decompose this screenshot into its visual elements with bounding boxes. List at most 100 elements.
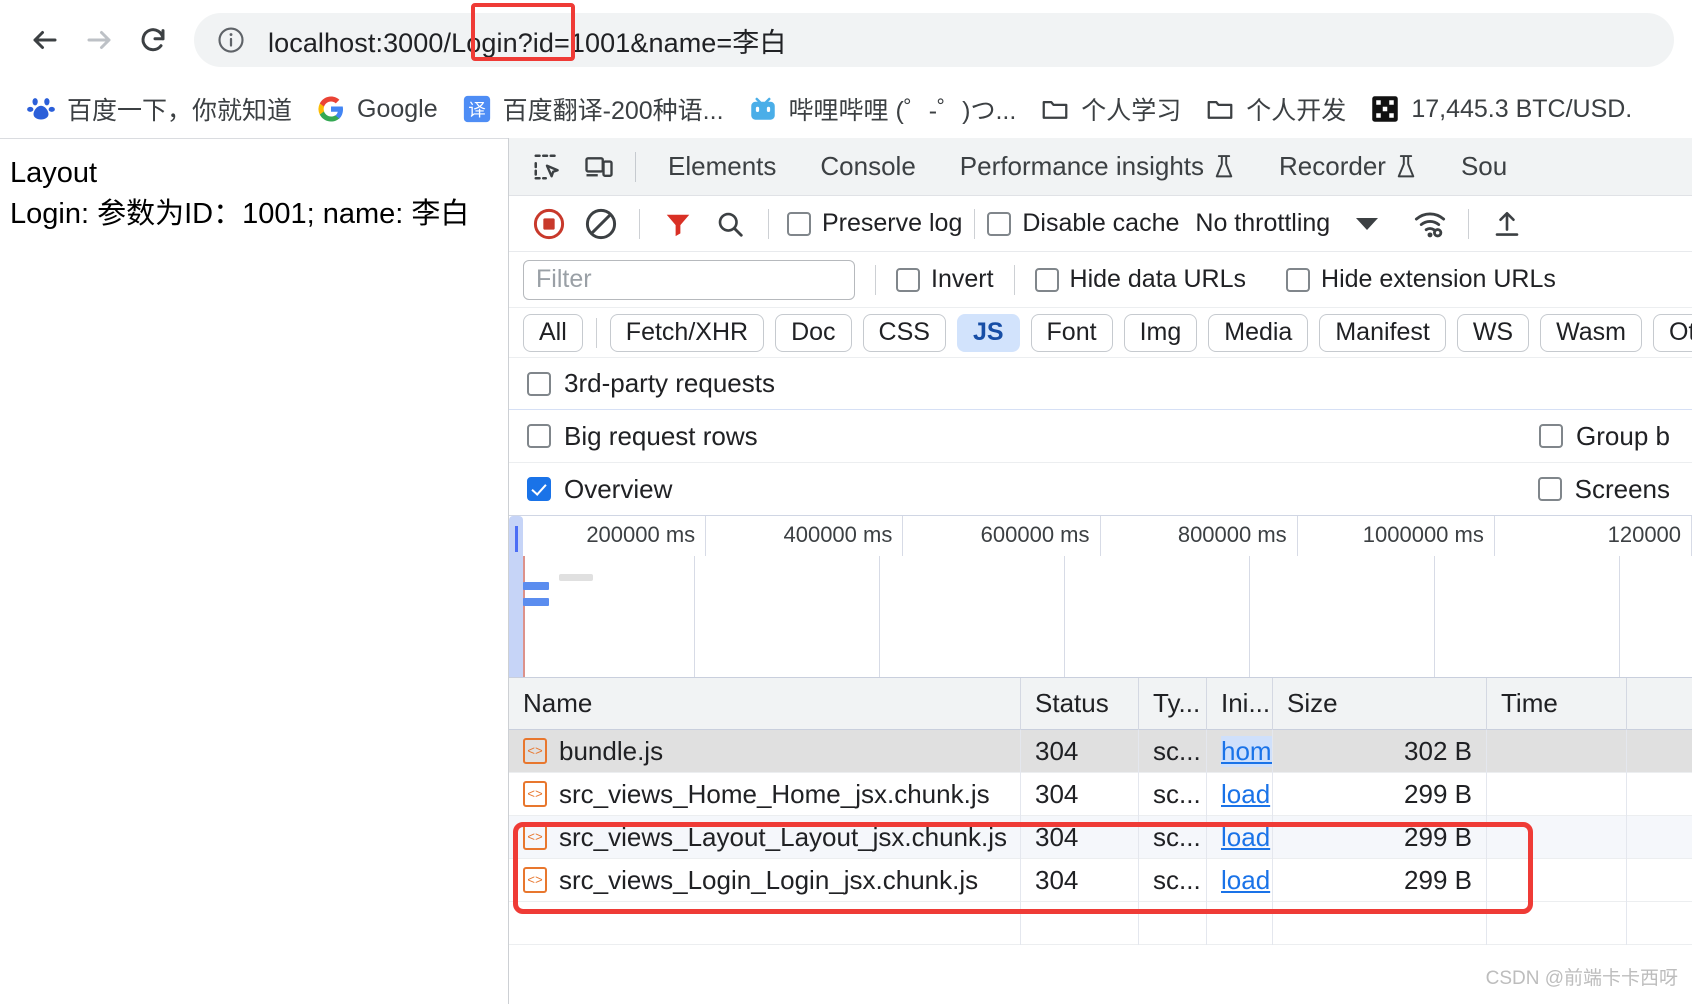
throttling-select[interactable]: No throttling [1195, 209, 1330, 238]
network-overview[interactable]: 200000 ms 400000 ms 600000 ms 800000 ms … [509, 516, 1692, 678]
third-party-label: 3rd-party requests [564, 368, 775, 398]
column-header-waterfall[interactable] [1627, 678, 1692, 730]
request-name-cell[interactable]: <> src_views_Login_Login_jsx.chunk.js [509, 858, 1021, 902]
filter-icon[interactable] [652, 202, 704, 246]
table-row[interactable]: <> src_views_Login_Login_jsx.chunk.js 30… [509, 858, 1692, 902]
column-header-size[interactable]: Size [1273, 677, 1487, 730]
overview-selection-band[interactable] [509, 556, 523, 677]
type-filter-css[interactable]: CSS [862, 313, 946, 352]
toolbar-divider [595, 317, 597, 348]
column-header-initiator[interactable]: Ini... [1207, 677, 1273, 730]
invert-checkbox[interactable]: Invert [896, 265, 994, 294]
tab-elements[interactable]: Elements [646, 145, 798, 189]
column-header-status[interactable]: Status [1021, 677, 1139, 730]
inspect-element-icon[interactable] [521, 145, 573, 189]
request-type: sc... [1139, 858, 1207, 902]
type-filter-img[interactable]: Img [1123, 313, 1198, 352]
bookmark-folder-dev[interactable]: 个人开发 [1193, 87, 1358, 131]
script-file-icon: <> [523, 781, 547, 807]
bookmark-label: 哔哩哔哩 (゜-゜)つ... [788, 97, 1017, 125]
initiator-link[interactable]: load [1221, 779, 1270, 810]
overview-gridline [1249, 556, 1250, 677]
bookmark-label: 17,445.3 BTC/USD. [1411, 94, 1633, 123]
request-initiator-cell[interactable]: load [1207, 815, 1273, 859]
request-initiator-cell[interactable]: home [1207, 729, 1273, 773]
page-body-text: Login: 参数为ID：1001; name: 李白 [10, 198, 470, 231]
back-button[interactable] [18, 13, 72, 67]
overview-tick-label: 1000000 ms [1362, 522, 1484, 547]
table-row[interactable]: <> bundle.js 304 sc... home 302 B [509, 729, 1692, 773]
group-by-checkbox[interactable]: Group b [1539, 421, 1670, 452]
initiator-link[interactable]: home [1221, 735, 1272, 767]
type-filter-manifest[interactable]: Manifest [1319, 313, 1446, 352]
pill-label: CSS [878, 318, 930, 346]
big-request-rows-checkbox[interactable]: Big request rows [527, 421, 758, 452]
device-toolbar-icon[interactable] [573, 145, 625, 189]
pill-label: Manifest [1335, 318, 1430, 346]
forward-button[interactable] [72, 13, 126, 67]
type-filter-other[interactable]: Other [1653, 313, 1692, 352]
hide-data-urls-checkbox[interactable]: Hide data URLs [1034, 265, 1246, 294]
request-name-cell[interactable]: <> bundle.js [509, 729, 1021, 773]
request-name: bundle.js [559, 735, 664, 766]
request-name-cell[interactable]: <> src_views_Layout_Layout_jsx.chunk.js [509, 815, 1021, 859]
checkbox-box [896, 267, 920, 292]
table-row[interactable]: <> src_views_Layout_Layout_jsx.chunk.js … [509, 815, 1692, 859]
disable-cache-checkbox[interactable]: Disable cache [987, 209, 1179, 238]
overview-body[interactable] [509, 516, 1692, 677]
type-filter-all[interactable]: All [523, 313, 583, 352]
type-filter-wasm[interactable]: Wasm [1540, 313, 1643, 352]
type-filter-js[interactable]: JS [956, 313, 1020, 352]
initiator-link[interactable]: load [1221, 865, 1270, 896]
hide-extension-urls-label: Hide extension URLs [1321, 265, 1556, 293]
third-party-checkbox[interactable]: 3rd-party requests [527, 368, 775, 399]
bookmark-fanyi[interactable]: 译 百度翻译-200种语... [450, 87, 736, 131]
invert-label: Invert [931, 265, 994, 293]
type-filter-doc[interactable]: Doc [775, 313, 852, 352]
browser-window: localhost:3000/Login?id=1001&name=李白 百度一… [0, 0, 1692, 1004]
tab-sources[interactable]: Sou [1439, 145, 1529, 189]
request-name-cell[interactable]: <> src_views_Home_Home_jsx.chunk.js [509, 772, 1021, 816]
bookmark-btc[interactable]: 17,445.3 BTC/USD. [1358, 87, 1644, 131]
site-info-icon[interactable] [216, 25, 246, 55]
type-filter-ws[interactable]: WS [1456, 313, 1530, 352]
type-filter-media[interactable]: Media [1208, 313, 1309, 352]
column-header-time[interactable]: Time [1487, 677, 1627, 730]
bookmark-folder-study[interactable]: 个人学习 [1028, 87, 1193, 131]
record-button[interactable] [523, 202, 575, 246]
bookmark-baidu[interactable]: 百度一下，你就知道 [14, 87, 304, 131]
tab-console[interactable]: Console [798, 145, 937, 189]
overview-request-bar [523, 582, 549, 590]
search-icon[interactable] [704, 202, 756, 246]
type-filter-fetch-xhr[interactable]: Fetch/XHR [609, 313, 765, 352]
column-header-name[interactable]: Name [509, 677, 1021, 730]
experiment-flask-icon [1213, 154, 1235, 180]
pill-label: Doc [791, 318, 836, 346]
third-party-row: 3rd-party requests [509, 358, 1692, 410]
bookmark-google[interactable]: Google [304, 87, 450, 131]
overview-left-handle[interactable] [509, 516, 523, 564]
bookmark-bilibili[interactable]: 哔哩哔哩 (゜-゜)つ... [736, 87, 1029, 131]
request-size: 299 B [1273, 858, 1487, 902]
network-conditions-icon[interactable] [1404, 202, 1456, 246]
column-header-type[interactable]: Ty... [1139, 677, 1207, 730]
clear-button[interactable] [575, 202, 627, 246]
initiator-link[interactable]: load [1221, 822, 1270, 853]
chevron-down-icon[interactable] [1356, 217, 1379, 230]
preserve-log-checkbox[interactable]: Preserve log [787, 209, 962, 238]
import-har-icon[interactable] [1481, 202, 1533, 246]
tab-recorder[interactable]: Recorder [1257, 145, 1439, 189]
request-initiator-cell[interactable]: load [1207, 858, 1273, 902]
disable-cache-label: Disable cache [1022, 209, 1180, 237]
type-filter-font[interactable]: Font [1030, 313, 1113, 352]
overview-checkbox[interactable]: Overview [527, 474, 672, 505]
filter-input[interactable] [523, 259, 855, 300]
request-initiator-cell[interactable]: load [1207, 772, 1273, 816]
hide-extension-urls-checkbox[interactable]: Hide extension URLs [1286, 265, 1556, 294]
tab-performance-insights[interactable]: Performance insights [938, 145, 1257, 189]
table-row[interactable]: <> src_views_Home_Home_jsx.chunk.js 304 … [509, 772, 1692, 816]
bookmark-label: 百度一下，你就知道 [67, 97, 293, 125]
address-bar[interactable]: localhost:3000/Login?id=1001&name=李白 [194, 13, 1674, 67]
screenshots-checkbox[interactable]: Screens [1537, 474, 1670, 505]
reload-button[interactable] [126, 13, 180, 67]
